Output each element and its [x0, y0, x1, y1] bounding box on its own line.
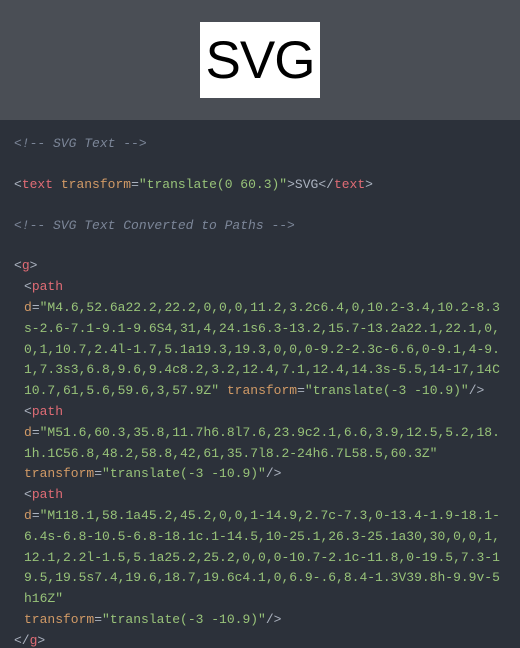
punct: > — [365, 177, 373, 192]
punct: > — [30, 258, 38, 273]
equals: = — [131, 177, 139, 192]
blank-line — [14, 155, 506, 175]
attr-value: "translate(-3 -10.9)" — [305, 383, 469, 398]
punct: /> — [469, 383, 485, 398]
tag-name: g — [22, 258, 30, 273]
attr-value: "translate(0 60.3)" — [139, 177, 287, 192]
attr-name: transform — [24, 612, 94, 627]
attr-value: "M118.1,58.1a45.2,45.2,0,0,1-14.9,2.7c-7… — [24, 508, 500, 606]
attr-value: "M51.6,60.3,35.8,11.7h6.8l7.6,23.9c2.1,6… — [24, 425, 500, 461]
text-content: SVG — [295, 177, 318, 192]
code-line: d="M118.1,58.1a45.2,45.2,0,0,1-14.9,2.7c… — [14, 506, 506, 610]
attr-value: "translate(-3 -10.9)" — [102, 612, 266, 627]
code-line: <path — [14, 277, 506, 298]
attr-name: d — [24, 425, 32, 440]
attr-name: transform — [61, 177, 131, 192]
equals: = — [32, 425, 40, 440]
equals: = — [32, 508, 40, 523]
punct: < — [24, 487, 32, 502]
space — [53, 177, 61, 192]
equals: = — [32, 300, 40, 315]
svg-text-glyph: SVG — [206, 30, 315, 91]
equals: = — [94, 612, 102, 627]
code-line: transform="translate(-3 -10.9)"/> — [14, 610, 506, 631]
code-line: <!-- SVG Text --> — [14, 134, 506, 155]
code-line: </g> — [14, 631, 506, 648]
tag-name: path — [32, 279, 63, 294]
punct: /> — [266, 466, 282, 481]
code-comment: <!-- SVG Text --> — [14, 136, 147, 151]
tag-name: text — [334, 177, 365, 192]
attr-name: d — [24, 300, 32, 315]
punct: < — [24, 279, 32, 294]
code-comment: <!-- SVG Text Converted to Paths --> — [14, 218, 295, 233]
code-line: <g> — [14, 256, 506, 277]
punct: < — [14, 177, 22, 192]
blank-line — [14, 236, 506, 256]
code-line: transform="translate(-3 -10.9)"/> — [14, 464, 506, 485]
code-line: <!-- SVG Text Converted to Paths --> — [14, 216, 506, 237]
attr-name: transform — [227, 383, 297, 398]
attr-name: d — [24, 508, 32, 523]
punct: </ — [318, 177, 334, 192]
punct: </ — [14, 633, 30, 648]
tag-name: path — [32, 487, 63, 502]
code-line: <path — [14, 402, 506, 423]
tag-name: text — [22, 177, 53, 192]
code-editor[interactable]: <!-- SVG Text --> <text transform="trans… — [0, 120, 520, 648]
equals: = — [297, 383, 305, 398]
svg-rendered-output: SVG — [200, 22, 320, 98]
code-line: <text transform="translate(0 60.3)">SVG<… — [14, 175, 506, 196]
attr-value: "translate(-3 -10.9)" — [102, 466, 266, 481]
attr-name: transform — [24, 466, 94, 481]
punct: < — [24, 404, 32, 419]
space — [219, 383, 227, 398]
punct: > — [287, 177, 295, 192]
preview-pane: SVG — [0, 0, 520, 120]
blank-line — [14, 196, 506, 216]
punct: < — [14, 258, 22, 273]
equals: = — [94, 466, 102, 481]
code-line: d="M4.6,52.6a22.2,22.2,0,0,0,11.2,3.2c6.… — [14, 298, 506, 402]
punct: > — [37, 633, 45, 648]
tag-name: path — [32, 404, 63, 419]
code-line: d="M51.6,60.3,35.8,11.7h6.8l7.6,23.9c2.1… — [14, 423, 506, 465]
punct: /> — [266, 612, 282, 627]
code-line: <path — [14, 485, 506, 506]
